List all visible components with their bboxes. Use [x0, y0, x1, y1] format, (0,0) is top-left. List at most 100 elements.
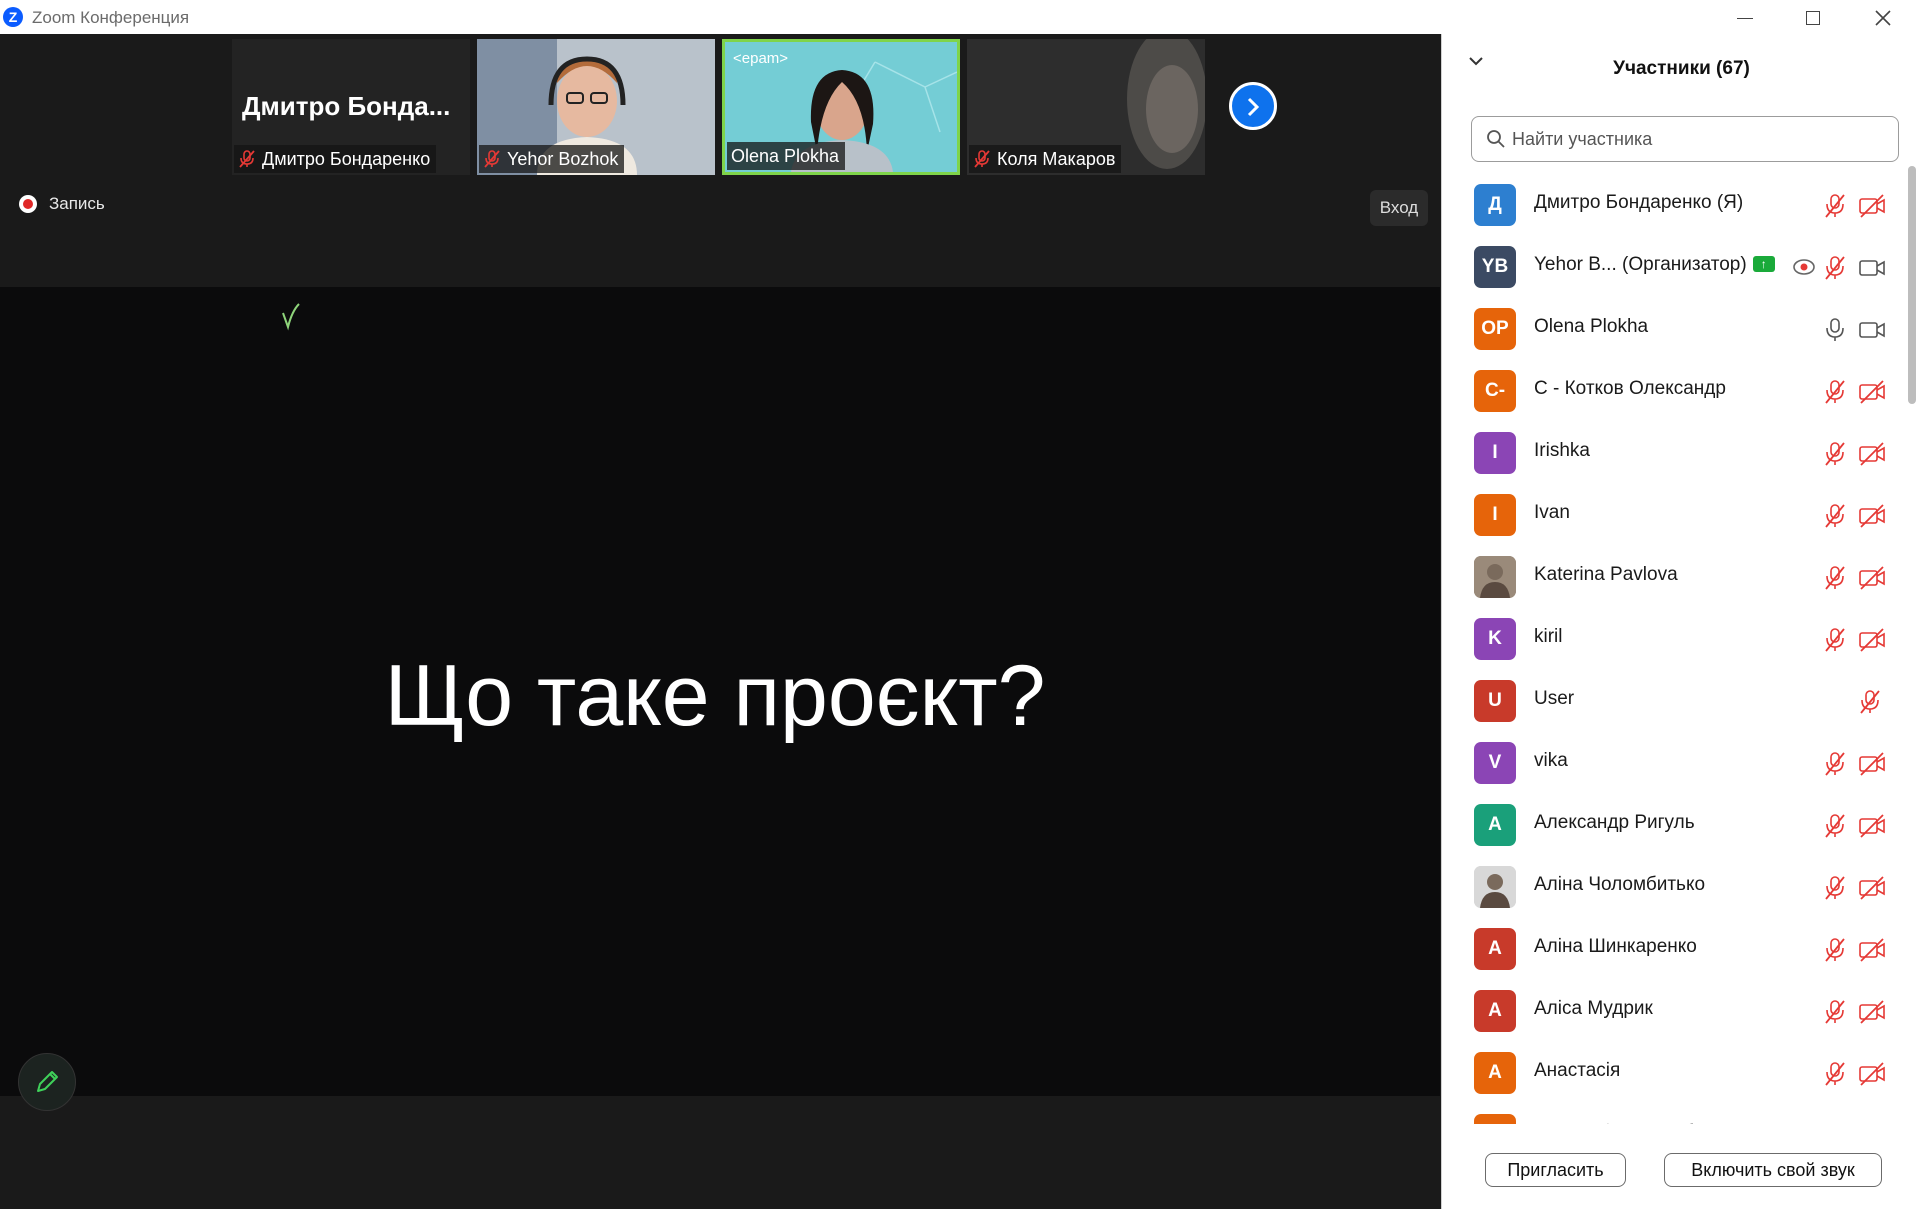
participant-row[interactable]: Katerina Pavlova: [1442, 546, 1902, 608]
mic-status: [1823, 875, 1847, 906]
minimize-icon: [1737, 17, 1753, 19]
participant-row[interactable]: U User: [1442, 670, 1902, 732]
shared-screen: Що таке проєкт?: [0, 287, 1440, 1096]
title-bar: Z Zoom Конференция: [0, 0, 1920, 34]
video-status: [1858, 751, 1886, 782]
participant-avatar: I: [1474, 494, 1516, 536]
record-icon: [19, 195, 37, 213]
participant-row[interactable]: А Анастасія Чоломбитько: [1442, 1104, 1902, 1124]
participant-row[interactable]: Vvika: [1442, 732, 1902, 794]
video-off-icon: [1858, 1123, 1886, 1124]
video-status: [1858, 255, 1886, 286]
participant-row[interactable]: I Ivan: [1442, 484, 1902, 546]
unmute-button[interactable]: Включить свой звук: [1664, 1153, 1882, 1187]
video-tile[interactable]: Дмитро Бонда... Дмитро Бондаренко: [232, 39, 470, 175]
participant-row[interactable]: А Аліна Шинкаренко: [1442, 918, 1902, 980]
participant-photo: [1474, 556, 1516, 598]
tile-label-text: Olena Plokha: [731, 146, 840, 166]
next-page-button[interactable]: [1229, 82, 1277, 130]
video-tile[interactable]: Коля Макаров: [967, 39, 1205, 175]
scrollbar[interactable]: [1908, 166, 1916, 404]
video-off-icon: [1859, 504, 1885, 528]
video-tile[interactable]: Yehor Bozhok: [477, 39, 715, 175]
participant-name-text: Olena Plokha: [1534, 316, 1649, 337]
video-status: [1858, 1061, 1886, 1092]
participant-row[interactable]: C- С - Котков Олександр: [1442, 360, 1902, 422]
video-off-icon: [1859, 876, 1885, 900]
mic-muted-icon: [1825, 938, 1845, 962]
mic-muted-icon: [1825, 1062, 1845, 1086]
participant-row[interactable]: OP Olena Plokha: [1442, 298, 1902, 360]
search-input[interactable]: [1512, 128, 1892, 150]
participant-row[interactable]: YB Yehor B... (Организатор) ↑: [1442, 236, 1902, 298]
participant-row[interactable]: Kkiril: [1442, 608, 1902, 670]
mic-status: [1823, 751, 1847, 782]
participant-row[interactable]: А Александр Ригуль: [1442, 794, 1902, 856]
mic-status: [1823, 255, 1847, 286]
participant-search[interactable]: [1471, 116, 1899, 162]
video-status: [1858, 193, 1886, 224]
recording-indicator[interactable]: Запись: [19, 194, 105, 214]
mic-muted-icon: [1825, 442, 1845, 466]
participant-row[interactable]: I Irishka: [1442, 422, 1902, 484]
participant-row[interactable]: А Анастасія: [1442, 1042, 1902, 1104]
participant-name: Ivan: [1534, 502, 1570, 524]
mic-status: [1823, 317, 1847, 348]
tile-display-name: Дмитро Бонда...: [242, 91, 451, 121]
participant-name-text: User: [1534, 688, 1575, 709]
video-off-icon: [1859, 938, 1885, 962]
video-status: [1858, 441, 1886, 472]
participant-name: Yehor B... (Организатор) ↑: [1534, 254, 1775, 276]
mic-muted-icon: [1825, 380, 1845, 404]
video-tile-active[interactable]: <epam> Olena Plokha: [722, 39, 960, 175]
enter-button[interactable]: Вход: [1370, 190, 1428, 226]
video-status: [1858, 875, 1886, 906]
participant-name: Александр Ригуль: [1534, 812, 1695, 834]
participant-avatar: K: [1474, 618, 1516, 660]
participant-row[interactable]: Д Дмитро Бондаренко (Я): [1442, 174, 1902, 236]
invite-button[interactable]: Пригласить: [1485, 1153, 1626, 1187]
participant-avatar: Д: [1474, 184, 1516, 226]
maximize-button[interactable]: [1778, 0, 1848, 34]
video-status: [1858, 1123, 1886, 1124]
mic-muted-icon: [1825, 752, 1845, 776]
participant-avatar: U: [1474, 680, 1516, 722]
participant-name-text: Дмитро Бондаренко (Я): [1534, 192, 1744, 213]
participant-name-text: kiril: [1534, 626, 1563, 647]
minimize-button[interactable]: [1710, 0, 1780, 34]
participant-name: kiril: [1534, 626, 1563, 648]
mic-muted-icon: [974, 150, 990, 168]
participant-name: User: [1534, 688, 1574, 710]
recording-label: Запись: [49, 194, 105, 213]
participant-row[interactable]: Аліна Чоломбитько: [1442, 856, 1902, 918]
video-status: [1858, 999, 1886, 1030]
participant-avatar: OP: [1474, 308, 1516, 350]
zoom-logo-icon: Z: [3, 7, 23, 27]
restore-icon: [1806, 11, 1820, 26]
close-icon: [1875, 10, 1891, 26]
participant-avatar: А: [1474, 1052, 1516, 1094]
participant-name-text: Ivan: [1534, 502, 1570, 523]
mic-muted-icon: [239, 150, 255, 168]
mic-status: [1823, 1123, 1847, 1124]
video-status: [1858, 317, 1886, 348]
window-title: Zoom Конференция: [32, 8, 190, 27]
close-button[interactable]: [1848, 0, 1918, 34]
video-status: [1858, 813, 1886, 844]
pencil-icon: [37, 1071, 58, 1092]
participant-name-text: vika: [1534, 750, 1568, 771]
tile-label-text: Дмитро Бондаренко: [262, 149, 431, 169]
mic-muted-icon: [1825, 504, 1845, 528]
participant-name: Дмитро Бондаренко (Я): [1534, 192, 1743, 214]
annotate-button[interactable]: [18, 1053, 76, 1111]
participant-name-text: Аліна Шинкаренко: [1534, 936, 1697, 957]
chevron-right-icon: [1247, 98, 1260, 117]
participant-name-text: Irishka: [1534, 440, 1590, 461]
participant-row[interactable]: А Аліса Мудрик: [1442, 980, 1902, 1042]
participant-name-text: Александр Ригуль: [1534, 812, 1695, 833]
mic-status: [1823, 565, 1847, 596]
video-off-icon: [1859, 628, 1885, 652]
mic-icon: [1826, 318, 1844, 341]
participant-list: Д Дмитро Бондаренко (Я) YB Yehor B... (Орга…: [1442, 174, 1902, 1124]
mic-status: [1823, 627, 1847, 658]
